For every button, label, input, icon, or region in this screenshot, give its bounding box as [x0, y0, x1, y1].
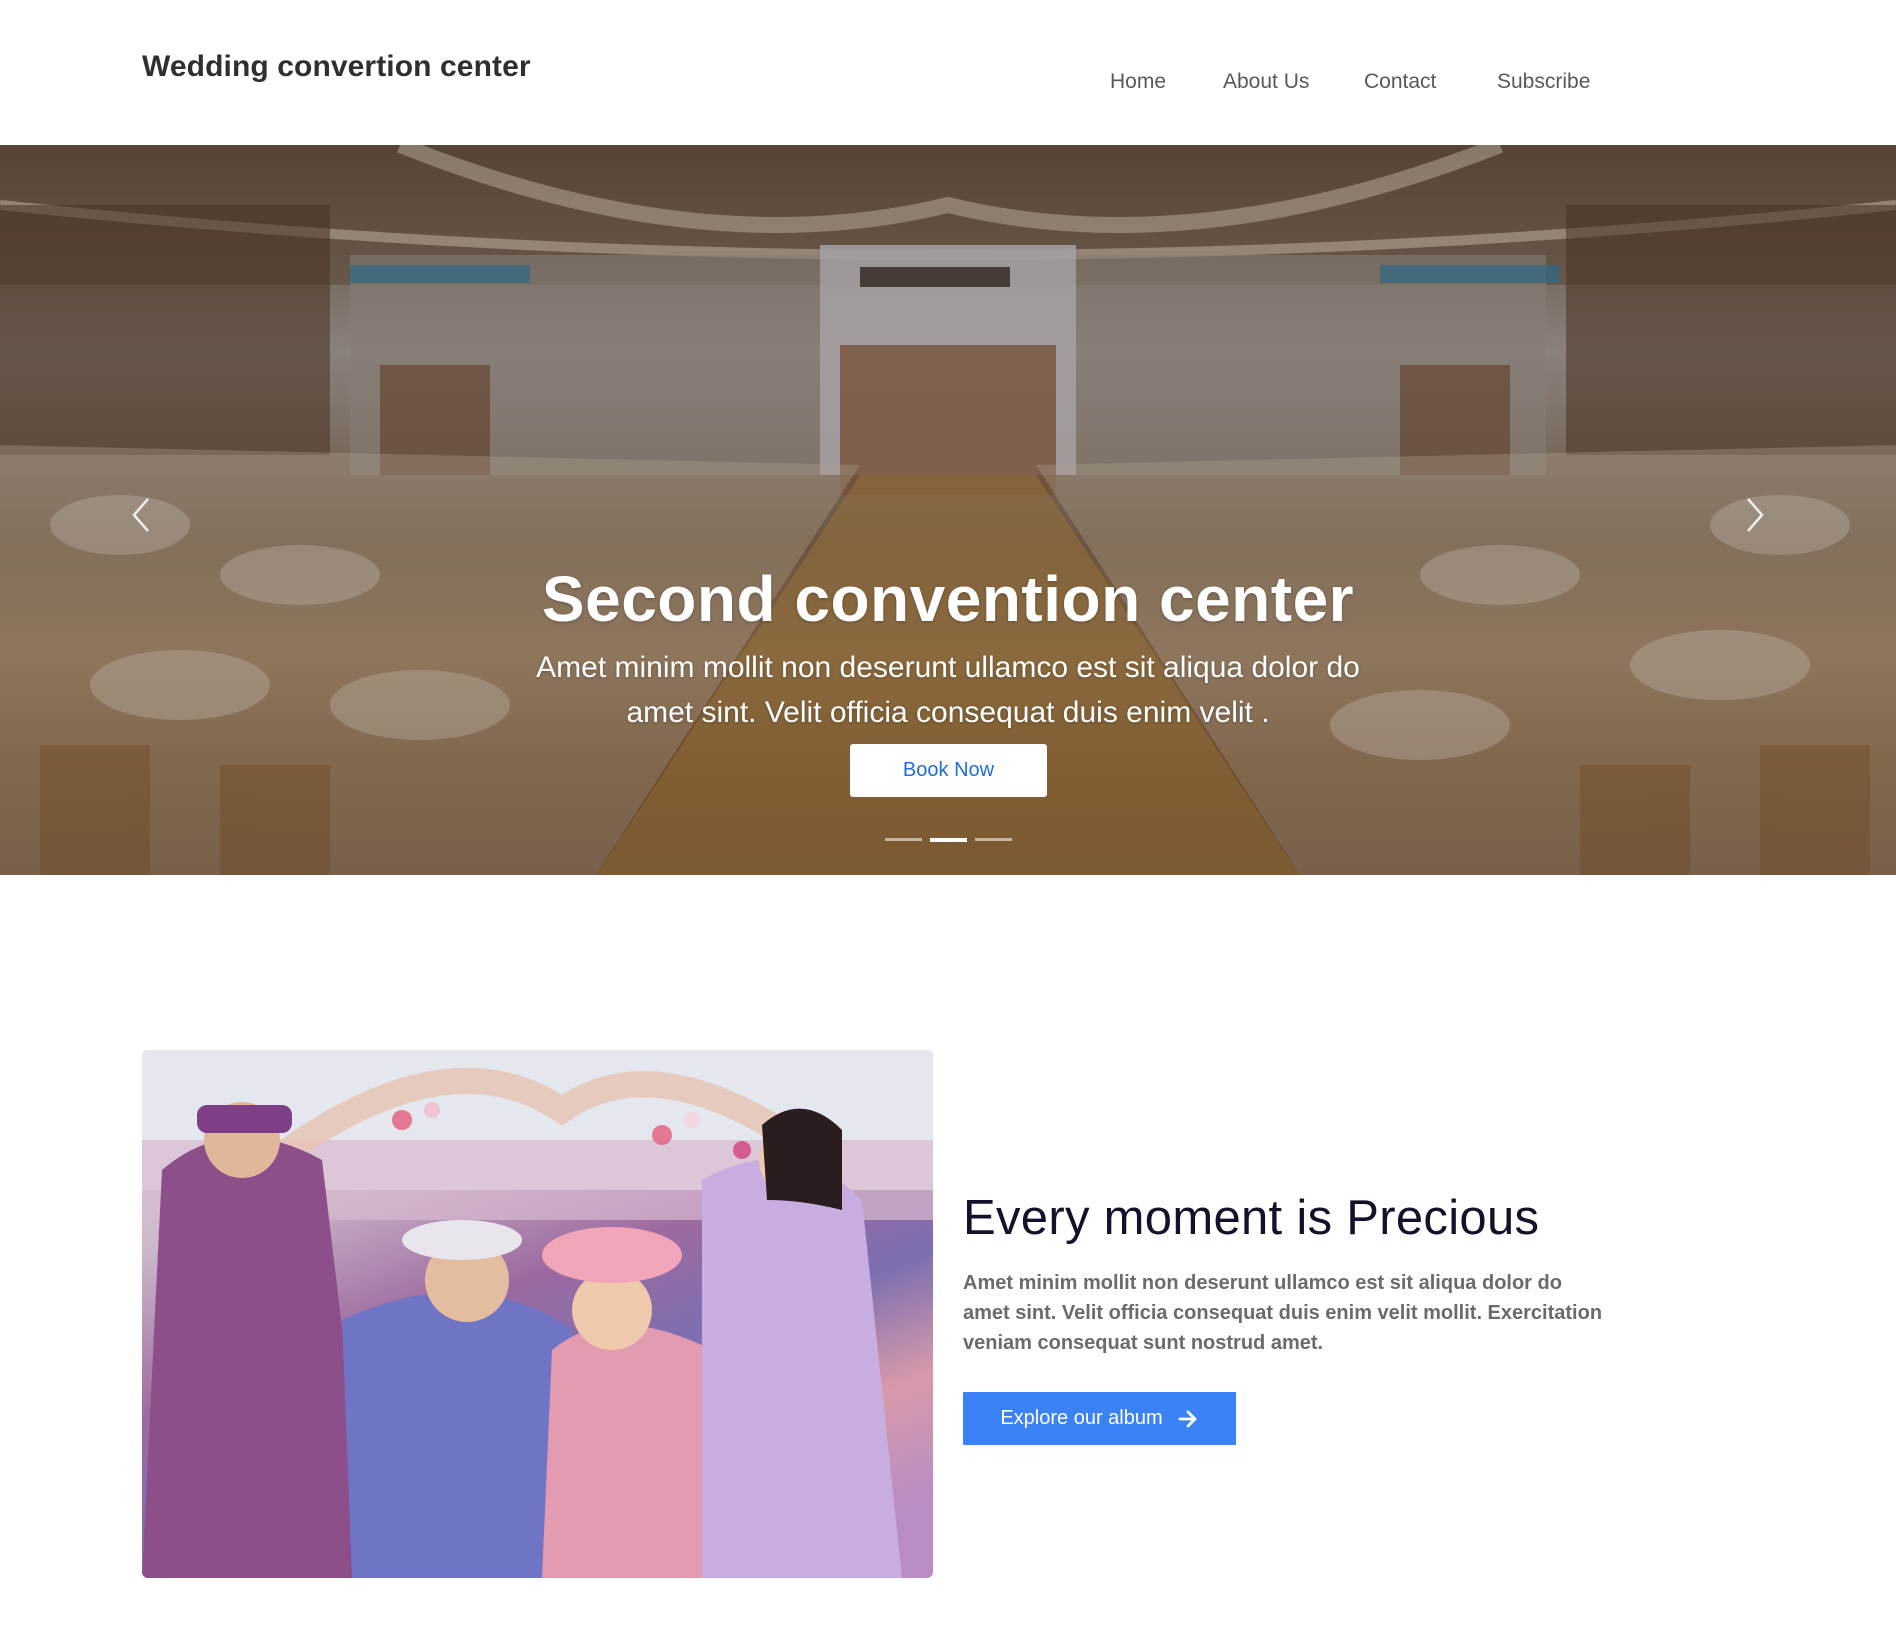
wedding-photo-image [142, 1050, 933, 1578]
book-now-button[interactable]: Book Now [850, 744, 1047, 797]
carousel-indicator-2[interactable] [930, 838, 967, 842]
nav-link-subscribe[interactable]: Subscribe [1497, 70, 1590, 94]
carousel-prev-button[interactable] [122, 490, 162, 540]
carousel-next-button[interactable] [1734, 490, 1774, 540]
explore-album-label: Explore our album [1000, 1407, 1163, 1429]
site-header: Wedding convertion center Home About Us … [0, 0, 1896, 145]
nav-link-about-us[interactable]: About Us [1223, 70, 1309, 94]
chevron-right-icon [1747, 498, 1764, 532]
arrow-right-icon [1177, 1408, 1199, 1430]
hero-carousel: Second convention center Amet minim moll… [0, 145, 1896, 875]
nav-link-home[interactable]: Home [1110, 70, 1166, 94]
carousel-indicators [0, 838, 1896, 842]
hero-title: Second convention center [541, 563, 1355, 635]
carousel-indicator-3[interactable] [975, 838, 1012, 841]
wedding-photo [142, 1050, 933, 1578]
explore-album-button[interactable]: Explore our album [963, 1392, 1236, 1445]
main-nav: Home About Us Contact Subscribe [0, 70, 1896, 100]
chevron-left-icon [132, 498, 149, 532]
nav-link-contact[interactable]: Contact [1364, 70, 1436, 94]
carousel-indicator-1[interactable] [885, 838, 922, 841]
section-title: Every moment is Precious [963, 1191, 1540, 1245]
section-description: Amet minim mollit non deserunt ullamco e… [963, 1272, 1603, 1354]
hero-description: Amet minim mollit non deserunt ullamco e… [536, 651, 1360, 729]
